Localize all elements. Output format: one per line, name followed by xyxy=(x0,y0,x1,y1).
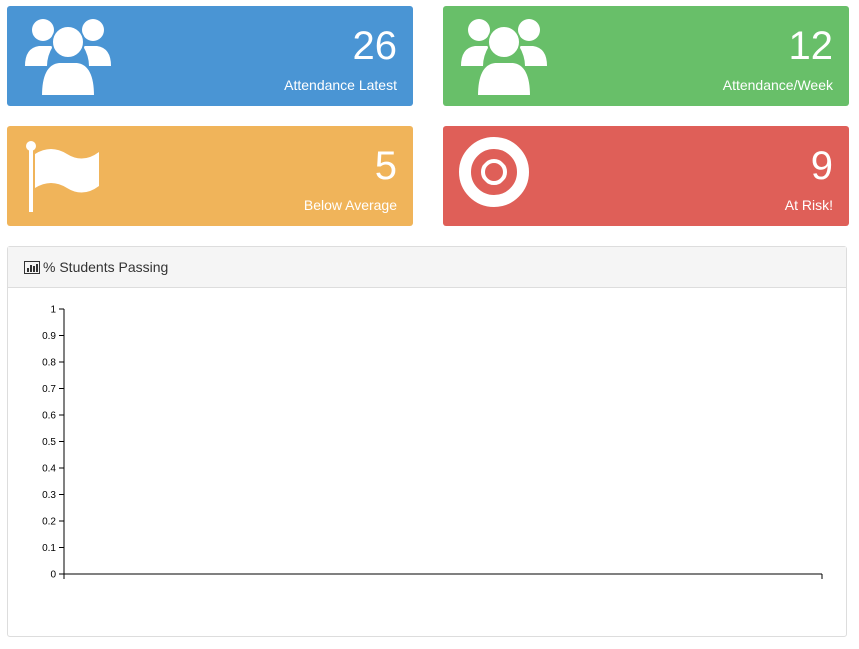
flag-icon xyxy=(26,141,99,212)
y-tick-label: 0.9 xyxy=(42,331,56,342)
y-tick-label: 0.3 xyxy=(42,490,56,501)
y-tick-label: 1 xyxy=(50,305,56,316)
y-tick-label: 0.5 xyxy=(42,437,56,448)
y-tick-label: 0.4 xyxy=(42,464,56,475)
card-value: 12 xyxy=(788,24,834,68)
card-label: Attendance Latest xyxy=(284,77,397,93)
y-tick-label: 0 xyxy=(50,570,56,581)
card-label: Attendance/Week xyxy=(722,77,833,93)
attendance-latest-card: 26 Attendance Latest xyxy=(7,6,413,106)
card-label: Below Average xyxy=(303,197,397,213)
users-icon xyxy=(461,19,547,96)
y-tick-label: 0.8 xyxy=(42,358,56,369)
card-value: 9 xyxy=(810,144,833,188)
y-tick-label: 0.6 xyxy=(42,411,56,422)
y-tick-label: 0.1 xyxy=(42,543,56,554)
life-ring-icon xyxy=(459,137,529,207)
at-risk-card: 9 At Risk! xyxy=(443,126,849,226)
card-value: 5 xyxy=(374,144,397,188)
panel-body: 0 0.1 0.2 0.3 0.4 0.5 0.6 0.7 0.8 0.9 1 xyxy=(8,288,846,636)
below-average-card: 5 Below Average xyxy=(7,126,413,226)
y-tick-label: 0.7 xyxy=(42,384,56,395)
bar-chart-icon xyxy=(24,260,40,274)
card-label: At Risk! xyxy=(784,197,833,213)
students-passing-chart: 0 0.1 0.2 0.3 0.4 0.5 0.6 0.7 0.8 0.9 1 xyxy=(42,305,823,581)
users-icon xyxy=(25,19,111,96)
card-value: 26 xyxy=(352,24,398,68)
panel-heading: % Students Passing xyxy=(8,247,846,288)
y-tick-label: 0.2 xyxy=(42,517,56,528)
panel-title: % Students Passing xyxy=(43,259,169,275)
attendance-week-card: 12 Attendance/Week xyxy=(443,6,849,106)
students-passing-panel: % Students Passing 0 0.1 0.2 0.3 0.4 0.5 0.6 0.… xyxy=(7,246,847,637)
